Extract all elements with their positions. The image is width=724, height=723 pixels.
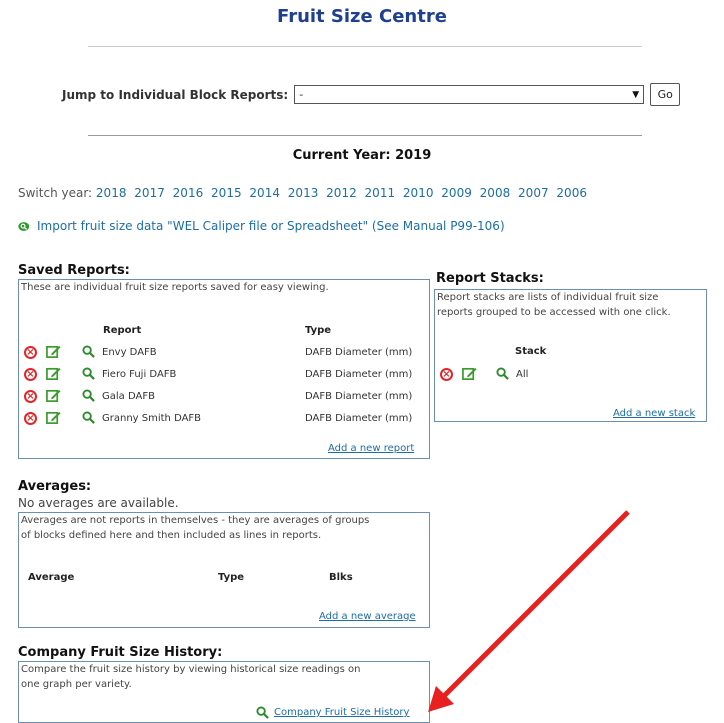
annotation-arrow-icon [428, 510, 630, 712]
